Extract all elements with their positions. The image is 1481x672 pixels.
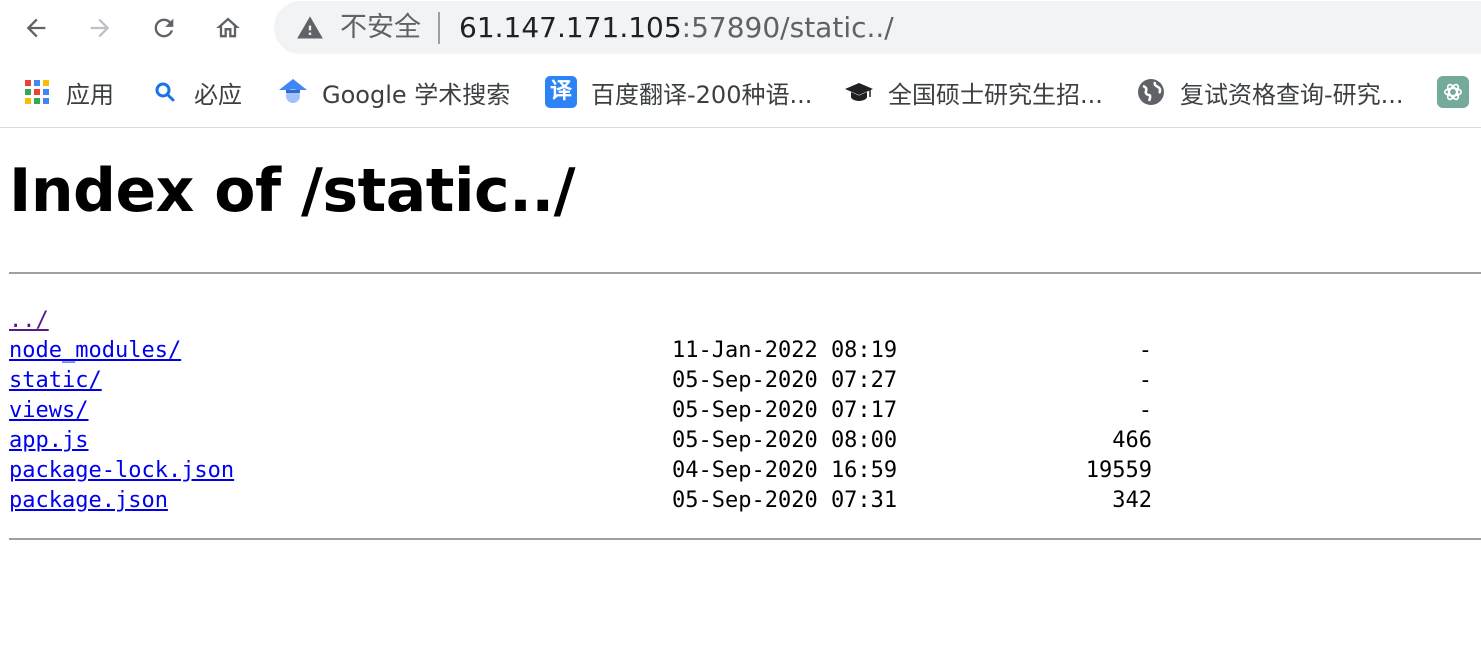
bookmark-label: 必应 xyxy=(194,80,242,109)
bookmark-google-scholar[interactable]: Google 学术搜索 xyxy=(278,73,510,111)
browser-toolbar: 不安全 61.147.171.105:57890/static../ xyxy=(0,0,1481,56)
reload-button[interactable] xyxy=(144,8,184,48)
bookmark-fushi[interactable]: 复试资格查询-研究... xyxy=(1136,73,1404,111)
file-link[interactable]: app.js xyxy=(9,426,88,456)
modified-date: 11-Jan-2022 08:19 xyxy=(672,338,898,363)
url-text[interactable]: 61.147.171.105:57890/static../ xyxy=(459,9,894,47)
file-link[interactable]: ../ xyxy=(9,306,49,336)
modified-date: 05-Sep-2020 08:00 xyxy=(672,428,898,453)
arrow-right-icon xyxy=(90,18,110,38)
modified-date: 04-Sep-2020 16:59 xyxy=(672,458,898,483)
file-size: - xyxy=(1138,368,1152,393)
bookmark-bing[interactable]: 必应 xyxy=(150,73,242,111)
file-link[interactable]: package.json xyxy=(9,486,168,516)
translate-icon: 译 xyxy=(545,76,577,108)
search-icon xyxy=(150,77,180,107)
horizontal-rule xyxy=(9,272,1481,274)
file-link[interactable]: node_modules/ xyxy=(9,336,181,366)
file-size: - xyxy=(1138,398,1152,423)
bookmark-label: 全国硕士研究生招... xyxy=(888,80,1103,109)
openai-icon xyxy=(1437,76,1469,108)
url-path: :57890/static../ xyxy=(681,11,894,44)
modified-date: 05-Sep-2020 07:31 xyxy=(672,488,898,513)
file-size: - xyxy=(1138,338,1152,363)
bookmarks-bar: 应用 必应 Google 学术搜索 译 百度翻译-200种语... 全国硕士研究… xyxy=(0,56,1481,128)
apps-grid-icon xyxy=(22,77,52,107)
file-size: 19559 xyxy=(1085,458,1152,483)
address-bar[interactable]: 不安全 61.147.171.105:57890/static../ xyxy=(274,1,1481,54)
page-title: Index of /static../ xyxy=(9,156,576,226)
file-link[interactable]: package-lock.json xyxy=(9,456,234,486)
address-bar-divider xyxy=(438,12,440,44)
bookmark-label: 百度翻译-200种语... xyxy=(591,80,813,109)
forward-button[interactable] xyxy=(80,8,120,48)
horizontal-rule xyxy=(9,538,1481,540)
modified-date: 05-Sep-2020 07:17 xyxy=(672,398,898,423)
arrow-left-icon xyxy=(26,18,46,38)
file-size: 342 xyxy=(1112,488,1152,513)
bookmark-label: 复试资格查询-研究... xyxy=(1180,80,1404,109)
translate-icon-glyph: 译 xyxy=(549,79,572,104)
bookmark-label: Google 学术搜索 xyxy=(322,80,511,109)
globe-icon xyxy=(1136,77,1166,107)
home-button[interactable] xyxy=(208,8,248,48)
file-link[interactable]: static/ xyxy=(9,366,102,396)
modified-date: 05-Sep-2020 07:27 xyxy=(672,368,898,393)
url-host: 61.147.171.105 xyxy=(459,11,682,44)
security-status-label[interactable]: 不安全 xyxy=(340,10,421,46)
back-button[interactable] xyxy=(16,8,56,48)
reload-icon xyxy=(154,18,174,38)
bookmark-openai[interactable] xyxy=(1437,73,1481,111)
bookmark-label: 应用 xyxy=(66,80,114,109)
scholar-cap-icon xyxy=(278,77,308,107)
warning-icon[interactable] xyxy=(296,14,324,42)
bookmark-baidu-translate[interactable]: 译 百度翻译-200种语... xyxy=(545,73,812,111)
bookmark-yanzhao[interactable]: 全国硕士研究生招... xyxy=(844,73,1103,111)
file-size: 466 xyxy=(1112,428,1152,453)
graduation-cap-icon xyxy=(844,77,874,107)
bookmark-apps[interactable]: 应用 xyxy=(22,73,114,111)
home-icon xyxy=(216,17,240,38)
file-link[interactable]: views/ xyxy=(9,396,88,426)
